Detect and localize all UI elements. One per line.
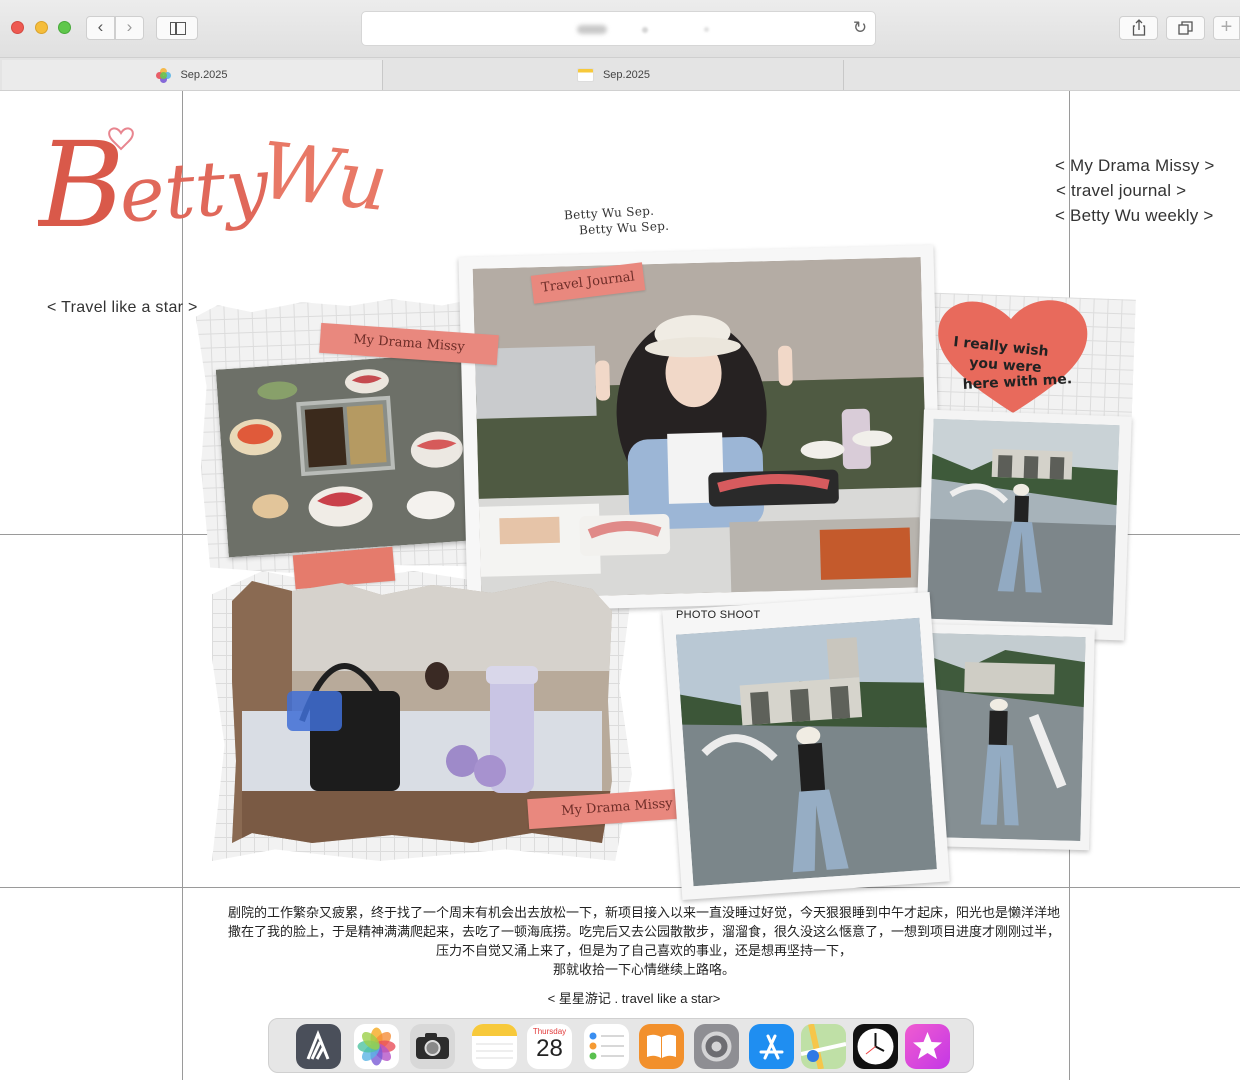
park-gate-photo-2 — [920, 632, 1086, 842]
hotpot-table-photo — [215, 352, 475, 558]
forward-button[interactable]: › — [115, 16, 144, 40]
share-icon — [1132, 19, 1145, 36]
photo-frame — [916, 409, 1132, 641]
menu-link-drama[interactable]: < My Drama Missy > — [1055, 153, 1214, 178]
tabs-overview-icon — [1178, 21, 1193, 35]
photo-shoot-label: PHOTO SHOOT — [676, 609, 761, 621]
article-line: 剧院的工作繁杂又疲累，终于找了一个周末有机会出去放松一下，新项目接入以来一直没睡… — [227, 905, 1060, 920]
article-line: 压力不自觉又涌上来了，但是为了自己喜欢的事业，还是想再坚持一下， — [435, 943, 852, 958]
photo-shoot-photo — [675, 617, 937, 887]
plus-icon: + — [1220, 16, 1233, 38]
browser-window: ‹ › ↻ + Sep.2025 Sep.2025 B etty Wu < My… — [0, 0, 1240, 1080]
article-line: 撒在了我的脸上，于是精神满满爬起来，去吃了一顿海底捞。吃完后又去公园散散步，溜溜… — [227, 924, 1060, 939]
clock-icon[interactable] — [853, 1024, 898, 1069]
guide-line — [0, 887, 1240, 888]
notes-icon[interactable] — [472, 1024, 517, 1069]
address-bar[interactable]: ↻ — [361, 11, 876, 46]
photos-icon[interactable] — [354, 1024, 399, 1069]
close-window-button[interactable] — [11, 21, 24, 34]
logo-letters-wu: Wu — [256, 126, 392, 229]
sidebar-icon — [170, 22, 186, 35]
photos-icon — [156, 67, 172, 83]
tab-label: Sep.2025 — [602, 69, 651, 81]
tagline-link[interactable]: < Travel like a star > — [47, 299, 198, 317]
photo-frame — [458, 244, 943, 613]
park-gate-photo-1 — [926, 418, 1120, 626]
restaurant-selfie-photo — [472, 257, 930, 599]
minimize-window-button[interactable] — [35, 21, 48, 34]
stamp-text: Betty Wu Sep. — [578, 218, 670, 238]
tab-notes[interactable]: Sep.2025 — [384, 60, 844, 90]
altimeter-icon[interactable] — [296, 1024, 341, 1069]
dock: Thursday 28 — [268, 1018, 974, 1073]
chevron-left-icon: ‹ — [97, 17, 104, 36]
heart-note: I really wish you were here with me. — [938, 300, 1088, 413]
itunes-store-icon[interactable] — [905, 1024, 950, 1069]
chevron-right-icon: › — [126, 17, 133, 36]
menu-link-travel[interactable]: < travel journal > — [1055, 178, 1214, 203]
show-tabs-button[interactable] — [1166, 16, 1205, 40]
tab-bar: Sep.2025 Sep.2025 — [0, 58, 1240, 91]
address-text-fragment — [704, 27, 709, 32]
books-icon[interactable] — [639, 1024, 684, 1069]
photo-frame — [662, 592, 950, 900]
maps-icon[interactable] — [801, 1024, 846, 1069]
share-button[interactable] — [1119, 16, 1158, 40]
reminders-icon[interactable] — [584, 1024, 629, 1069]
web-page: B etty Wu < My Drama Missy > < travel jo… — [0, 91, 1240, 1080]
betty-wu-logo: B etty Wu — [38, 116, 392, 254]
menu-link-weekly[interactable]: < Betty Wu weekly > — [1055, 203, 1214, 228]
sidebar-toggle-button[interactable] — [156, 16, 198, 40]
calendar-icon[interactable]: Thursday 28 — [527, 1024, 572, 1069]
address-text-fragment — [642, 27, 648, 33]
photo-frame — [215, 352, 475, 558]
side-menu: < My Drama Missy > < travel journal > < … — [1055, 153, 1214, 228]
logo-letters-etty: etty — [116, 140, 272, 239]
article-line: 那就收拾一下心情继续上路咯。 — [552, 962, 735, 977]
camera-icon[interactable] — [410, 1024, 455, 1069]
title-bar: ‹ › ↻ + — [0, 0, 1240, 58]
footer-link[interactable]: < 星星游记 . travel like a star> — [0, 988, 1240, 1007]
app-store-icon[interactable] — [749, 1024, 794, 1069]
article-body: 剧院的工作繁杂又疲累，终于找了一个周末有机会出去放松一下，新项目接入以来一直没睡… — [184, 903, 1104, 979]
reload-icon[interactable]: ↻ — [850, 18, 870, 40]
back-button[interactable]: ‹ — [86, 16, 115, 40]
logo-letter-b: B — [38, 116, 125, 254]
zoom-window-button[interactable] — [58, 21, 71, 34]
settings-icon[interactable] — [694, 1024, 739, 1069]
calendar-date: 28 — [536, 1035, 563, 1062]
address-text — [577, 25, 607, 34]
notes-icon — [576, 68, 594, 82]
tab-photos[interactable]: Sep.2025 — [2, 60, 383, 90]
new-tab-button[interactable]: + — [1213, 16, 1240, 40]
tab-label: Sep.2025 — [180, 69, 228, 81]
